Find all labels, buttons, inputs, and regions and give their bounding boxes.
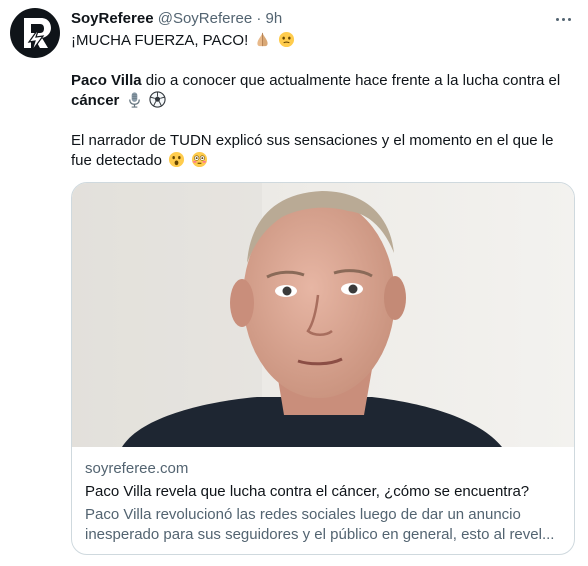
soccer-ball-icon <box>149 91 166 108</box>
tweet-header: SoyReferee @SoyReferee · 9h <box>71 9 282 29</box>
link-preview-card[interactable]: soyreferee.com Paco Villa revela que luc… <box>71 182 575 555</box>
separator: · <box>256 10 262 27</box>
card-domain[interactable]: soyreferee.com <box>85 459 565 479</box>
more-icon-dot <box>567 17 571 21</box>
card-body: soyreferee.com Paco Villa revela que luc… <box>85 459 565 545</box>
microphone-icon <box>128 92 140 108</box>
tweet-line1: ¡MUCHA FUERZA, PACO! <box>71 32 249 49</box>
tweet-line3: El narrador de TUDN explicó sus sensacio… <box>71 132 554 169</box>
display-name[interactable]: SoyReferee <box>71 10 154 27</box>
card-description-line1: Paco Villa revolucionó las redes sociale… <box>85 506 521 523</box>
more-icon-dot <box>561 17 565 21</box>
flushed-face-icon <box>192 151 208 168</box>
user-handle[interactable]: @SoyReferee <box>158 10 252 27</box>
tweet-text-line3: El narrador de TUDN explicó sus sensacio… <box>71 131 576 171</box>
article-image[interactable] <box>72 183 575 447</box>
mention-name: Paco Villa <box>71 72 142 89</box>
face-icon <box>278 31 294 48</box>
folded-hands-icon <box>257 32 268 47</box>
more-options-button[interactable] <box>552 9 574 29</box>
tweet-text-line2: Paco Villa dio a conocer que actualmente… <box>71 71 576 111</box>
tweet-line2-bold: cáncer <box>71 92 120 109</box>
card-title[interactable]: Paco Villa revela que lucha contra el cá… <box>85 482 565 502</box>
tweet-text-line1: ¡MUCHA FUERZA, PACO! <box>71 31 576 51</box>
tweet-line2-text: dio a conocer que actualmente hace frent… <box>141 72 561 89</box>
more-icon <box>555 17 559 21</box>
logo-icon <box>24 18 51 52</box>
astonished-face-icon <box>169 151 185 168</box>
timestamp[interactable]: 9h <box>266 10 283 27</box>
avatar[interactable] <box>10 8 60 58</box>
card-description-line2: inesperado para sus seguidores y el públ… <box>85 526 555 543</box>
